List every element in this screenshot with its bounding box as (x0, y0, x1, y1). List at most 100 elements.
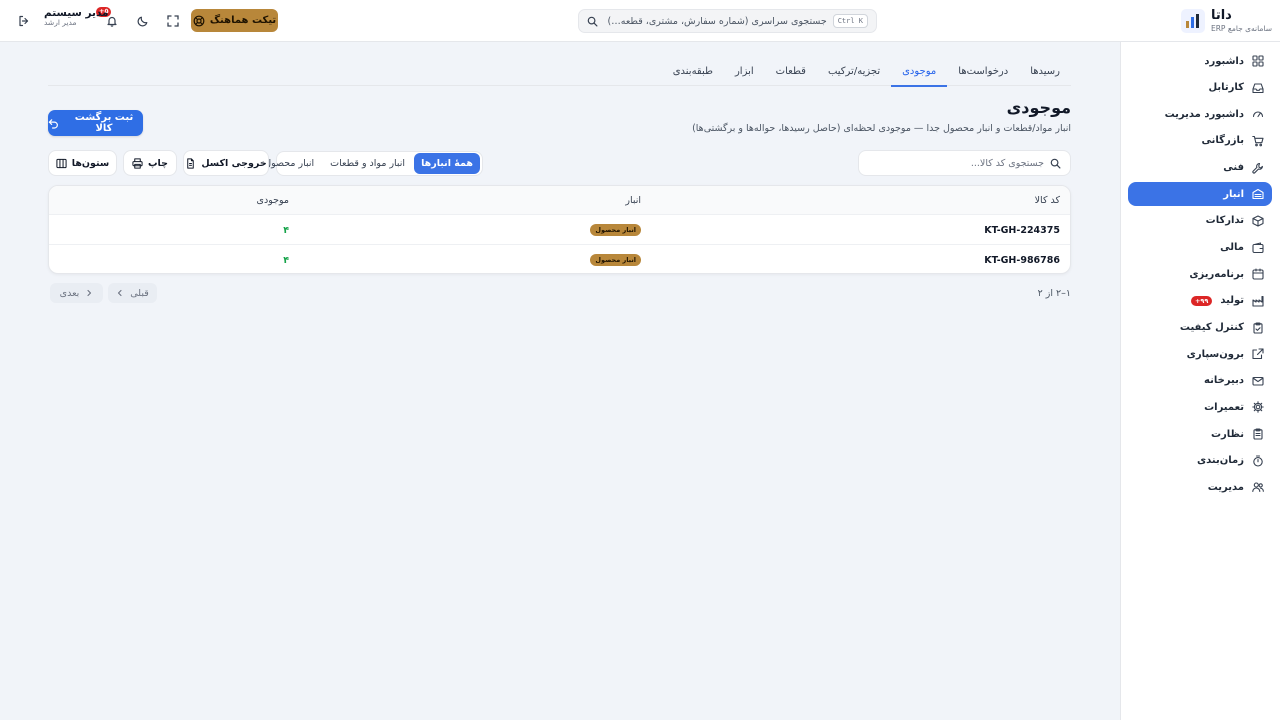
page-description: انبار مواد/قطعات و انبار محصول جدا — موج… (692, 123, 1071, 134)
user-menu[interactable]: مدیر سیستم مدیر ارشد (44, 7, 109, 28)
register-return-button[interactable]: ثبت برگشت کالا (48, 110, 143, 136)
module-tabs: رسیدها درخواست‌ها موجودی تجزیه/ترکیب قطعات اب… (48, 56, 1071, 87)
sidebar-item-15[interactable]: زمان‌بندی (1128, 449, 1272, 473)
sidebar-item-label: مدیریت (1207, 481, 1244, 493)
logout-button[interactable] (14, 11, 34, 31)
warehouse-badge: انبار محصول (590, 224, 641, 236)
sync-ticket-label: تیکت هماهنگ (209, 15, 277, 26)
prev-page-button[interactable]: قبلی (108, 283, 157, 303)
sidebar-item-label: تعمیرات (1204, 401, 1244, 413)
sidebar-item-4[interactable]: فنی (1128, 156, 1272, 180)
gear-icon (1252, 401, 1264, 414)
moon-icon (137, 15, 149, 27)
column-header-warehouse[interactable]: انبار (625, 186, 641, 215)
sidebar-item-8[interactable]: برنامه‌ریزی (1128, 262, 1272, 286)
sidebar-item-7[interactable]: مالی (1128, 236, 1272, 260)
sidebar-item-12[interactable]: دبیرخانه (1128, 369, 1272, 393)
brand-title: داتا (1210, 7, 1232, 23)
next-page-label: بعدی (59, 287, 80, 299)
users-icon (1252, 481, 1264, 493)
clipboard-list-icon (1252, 428, 1264, 440)
sidebar-item-16[interactable]: مدیریت (1128, 475, 1272, 499)
calendar-icon (1252, 268, 1264, 280)
prev-page-label: قبلی (130, 287, 149, 299)
excel-export-button[interactable]: خروجی اکسل (183, 150, 269, 176)
sidebar-item-9[interactable]: تولید ۹۹+ (1128, 289, 1272, 313)
print-button[interactable]: چاپ (123, 150, 177, 176)
tab-2[interactable]: موجودی (891, 56, 948, 87)
chevron-right-icon (85, 289, 93, 297)
sidebar-item-0[interactable]: داشبورد (1128, 49, 1272, 73)
sku-cell: KT-GH-986786 (984, 254, 1060, 266)
sidebar-item-label: زمان‌بندی (1196, 455, 1244, 467)
pagination-info: ۱–۲ از ۲ (1037, 288, 1071, 299)
sidebar-item-2[interactable]: داشبورد مدیریت (1128, 102, 1272, 126)
printer-icon (132, 157, 143, 169)
sidebar-item-label: کنترل کیفیت (1179, 322, 1244, 333)
table-header: کد کالا انبار موجودی (49, 186, 1070, 215)
tab-6[interactable]: طبقه‌بندی (662, 56, 724, 86)
search-icon (587, 16, 598, 27)
undo-icon (48, 118, 59, 129)
sidebar-item-3[interactable]: بازرگانی (1128, 129, 1272, 153)
sidebar-item-13[interactable]: تعمیرات (1128, 395, 1272, 419)
logout-icon (18, 15, 30, 27)
tab-0[interactable]: رسیدها (1019, 56, 1071, 86)
column-header-sku[interactable]: کد کالا (1035, 186, 1060, 215)
sidebar-item-label: برنامه‌ریزی (1189, 268, 1244, 280)
excel-export-label: خروجی اکسل (201, 157, 267, 169)
file-icon (185, 157, 196, 169)
sku-search-input[interactable] (868, 157, 1044, 169)
brand-subtitle: سامانه‌ی جامع ERP (1210, 24, 1272, 34)
warehouse-filter-option-0[interactable]: همهٔ انبارها (414, 153, 480, 174)
warehouse-filter-option-1[interactable]: انبار مواد و قطعات (323, 153, 412, 174)
columns-icon (56, 158, 67, 169)
sidebar-item-label: داشبورد (1204, 55, 1244, 67)
global-search[interactable]: Ctrl K (578, 9, 877, 33)
global-search-input[interactable] (604, 15, 827, 27)
theme-toggle-button[interactable] (133, 11, 153, 31)
sidebar-item-5[interactable]: انبار (1128, 182, 1272, 207)
warehouse-cell: انبار محصول (590, 215, 641, 245)
table-row[interactable]: KT-GH-224375 انبار محصول ۴ (49, 215, 1070, 245)
page-title: موجودی (1006, 98, 1071, 117)
sidebar-item-label: داشبورد مدیریت (1164, 108, 1244, 120)
tab-4[interactable]: قطعات (765, 56, 817, 86)
sidebar-item-label: بازرگانی (1201, 135, 1244, 147)
columns-button[interactable]: ستون‌ها (48, 150, 117, 176)
dashboard-icon (1252, 55, 1264, 67)
fullscreen-button[interactable] (163, 11, 183, 31)
warehouse-cell: انبار محصول (590, 245, 641, 273)
sidebar-item-label: انبار (1223, 188, 1244, 200)
sku-search[interactable] (858, 150, 1071, 176)
brand-logo-icon (1180, 9, 1205, 33)
sidebar-item-14[interactable]: نظارت (1128, 422, 1272, 446)
sync-ticket-button[interactable]: تیکت هماهنگ (191, 9, 278, 32)
print-label: چاپ (148, 157, 168, 169)
mail-icon (1252, 375, 1264, 387)
sidebar-item-11[interactable]: برون‌سپاری (1128, 342, 1272, 366)
tab-1[interactable]: درخواست‌ها (947, 56, 1019, 86)
brand[interactable]: داتا سامانه‌ی جامع ERP (1180, 5, 1272, 37)
tab-3[interactable]: تجزیه/ترکیب (817, 56, 891, 86)
sidebar-item-label: فنی (1223, 162, 1244, 174)
timer-icon (1252, 455, 1264, 467)
sidebar-item-6[interactable]: تدارکات (1128, 209, 1272, 233)
sidebar-item-label: مالی (1220, 242, 1244, 254)
sidebar-item-badge: ۹۹+ (1190, 295, 1213, 307)
chevron-left-icon (116, 289, 124, 297)
package-icon (1252, 215, 1264, 227)
search-icon (1050, 158, 1061, 169)
next-page-button[interactable]: بعدی (50, 283, 103, 303)
table-row[interactable]: KT-GH-986786 انبار محصول ۴ (49, 245, 1070, 273)
sidebar-item-10[interactable]: کنترل کیفیت (1128, 316, 1272, 340)
warehouse-filter: همهٔ انبارها انبار مواد و قطعات انبار محصو… (264, 151, 483, 176)
tab-5[interactable]: ابزار (724, 56, 765, 86)
sidebar-item-1[interactable]: کارتابل (1128, 76, 1272, 100)
inbox-icon (1252, 82, 1264, 94)
sidebar-item-label: کارتابل (1208, 82, 1244, 94)
gauge-icon (1252, 108, 1264, 120)
sidebar-item-label: تولید (1220, 295, 1244, 307)
user-role: مدیر ارشد (44, 18, 77, 28)
column-header-stock[interactable]: موجودی (257, 186, 289, 215)
